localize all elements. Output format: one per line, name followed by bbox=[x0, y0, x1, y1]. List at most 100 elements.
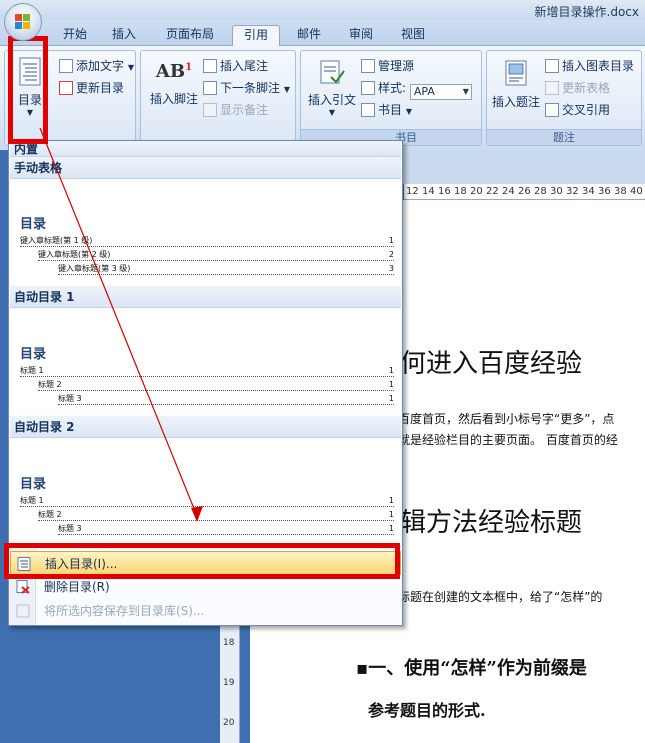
ruler-number: 18 bbox=[223, 638, 235, 648]
show-notes-icon bbox=[203, 103, 217, 117]
cross-reference-button[interactable]: 交叉引用 bbox=[545, 101, 610, 119]
bibliography-button[interactable]: 书目 ▼ bbox=[361, 101, 412, 119]
ruler-number: 16 bbox=[438, 186, 451, 197]
chevron-down-icon: ▼ bbox=[462, 87, 469, 96]
toc-preview-manual[interactable]: 目录 键入章标题(第 1 级) 1 键入章标题(第 2 级) 2 键入章标题(第 3… bbox=[10, 181, 401, 285]
toc-preview-heading: 目录 bbox=[20, 217, 47, 232]
cross-reference-icon bbox=[545, 103, 559, 117]
ruler-number: 40 bbox=[630, 186, 643, 197]
ribbon: 目录 ▼ 添加文字 ▼ 更新目录 AB1 插入脚注 插入尾注 下一条脚注 ▼ 显… bbox=[0, 46, 645, 150]
toc-preview-heading: 目录 bbox=[20, 347, 47, 362]
ruler-number: 14 bbox=[422, 186, 435, 197]
tab-insert[interactable]: 插入 bbox=[104, 25, 144, 46]
toc-preview-line: 键入章标题(第 2 级) 2 bbox=[38, 249, 394, 261]
tab-view[interactable]: 视图 bbox=[392, 25, 434, 46]
bibliography-label: 书目 bbox=[378, 103, 403, 117]
citation-style-select[interactable]: APA ▼ bbox=[409, 84, 472, 100]
citation-style-value: APA bbox=[413, 85, 435, 98]
ruler-number: 20 bbox=[223, 718, 235, 728]
toc-preview-auto-1[interactable]: 目录 标题 11 标题 21 标题 31 bbox=[10, 309, 401, 415]
toc-preview-line: 标题 21 bbox=[38, 379, 394, 391]
style-label: 样式: bbox=[378, 81, 407, 95]
manage-sources-button[interactable]: 管理源 bbox=[361, 57, 414, 75]
update-toc-icon bbox=[59, 81, 73, 95]
ruler-number: 32 bbox=[566, 186, 579, 197]
caption-group: 插入题注 插入图表目录 更新表格 交叉引用 题注 bbox=[486, 50, 642, 146]
window-title: 新增目录操作.docx bbox=[534, 5, 639, 19]
document-background bbox=[400, 150, 645, 184]
tab-references[interactable]: 引用 bbox=[232, 25, 280, 47]
next-footnote-label: 下一条脚注 bbox=[220, 81, 281, 95]
section-auto-toc-2: 自动目录 2 bbox=[10, 416, 401, 438]
document-paragraph-line: 就是经验栏目的主要页面。 百度首页的经 bbox=[398, 433, 618, 447]
ruler-number: 19 bbox=[223, 678, 235, 688]
update-table-button[interactable]: 更新表格 bbox=[545, 79, 610, 97]
ruler-number: 20 bbox=[470, 186, 483, 197]
office-button[interactable] bbox=[4, 3, 42, 41]
footnote-group: AB1 插入脚注 插入尾注 下一条脚注 ▼ 显示备注 bbox=[140, 50, 296, 146]
toc-preview-line: 标题 11 bbox=[20, 365, 394, 377]
add-text-button[interactable]: 添加文字 ▼ bbox=[59, 57, 134, 75]
ribbon-tab-bar: 开始 插入 页面布局 引用 邮件 审阅 视图 bbox=[0, 20, 645, 47]
tab-page-layout[interactable]: 页面布局 bbox=[158, 25, 222, 46]
insert-footnote-button[interactable]: AB1 插入脚注 bbox=[145, 61, 203, 121]
document-subheading-text: 一、使用“怎样”作为前缀是 bbox=[368, 658, 587, 679]
insert-caption-button[interactable]: 插入题注 bbox=[489, 59, 543, 123]
document-heading-2: 辑方法经验标题 bbox=[400, 508, 583, 538]
horizontal-ruler[interactable]: 12 14 16 18 20 22 24 26 28 30 32 34 36 3… bbox=[404, 184, 645, 200]
ruler-number: 30 bbox=[550, 186, 563, 197]
tab-mailings[interactable]: 邮件 bbox=[288, 25, 330, 46]
annotation-highlight-insert-toc bbox=[4, 543, 400, 579]
save-selection-to-gallery-menu-item[interactable]: 将所选内容保存到目录库(S)... bbox=[10, 599, 401, 623]
document-heading-1: 何进入百度经验 bbox=[400, 349, 583, 379]
chevron-down-icon: ▼ bbox=[328, 108, 336, 117]
vertical-ruler[interactable]: 18 19 20 bbox=[220, 620, 240, 743]
add-text-label: 添加文字 bbox=[76, 59, 125, 73]
caption-icon bbox=[505, 60, 527, 86]
toc-preview-line: 标题 31 bbox=[58, 523, 394, 535]
cross-reference-label: 交叉引用 bbox=[562, 103, 611, 117]
tab-home[interactable]: 开始 bbox=[56, 25, 94, 46]
ruler-number: 34 bbox=[582, 186, 595, 197]
insert-citation-button[interactable]: 插入引文 ▼ bbox=[305, 59, 359, 123]
toc-preview-line: 标题 11 bbox=[20, 495, 394, 507]
endnote-icon bbox=[203, 59, 217, 73]
save-selection-label: 将所选内容保存到目录库(S)... bbox=[44, 604, 205, 618]
insert-footnote-label: 插入脚注 bbox=[149, 92, 198, 106]
next-footnote-button[interactable]: 下一条脚注 ▼ bbox=[203, 79, 290, 97]
update-table-icon bbox=[545, 81, 559, 95]
ruler-number: 24 bbox=[502, 186, 515, 197]
insert-caption-label: 插入题注 bbox=[491, 95, 540, 109]
tab-review[interactable]: 审阅 bbox=[340, 25, 382, 46]
show-notes-button[interactable]: 显示备注 bbox=[203, 101, 268, 119]
toc-preview-line: 键入章标题(第 3 级) 3 bbox=[58, 263, 394, 275]
next-footnote-icon bbox=[203, 81, 217, 95]
insert-endnote-button[interactable]: 插入尾注 bbox=[203, 57, 268, 75]
section-auto-toc-1: 自动目录 1 bbox=[10, 286, 401, 308]
toc-preview-line: 标题 31 bbox=[58, 393, 394, 405]
ruler-number: 22 bbox=[486, 186, 499, 197]
citation-style-control: 样式: APA ▼ bbox=[361, 79, 472, 100]
table-of-figures-icon bbox=[545, 59, 559, 73]
insert-citation-label: 插入引文 bbox=[307, 93, 356, 107]
builtin-header: 内置 bbox=[10, 141, 401, 157]
add-text-icon bbox=[59, 59, 73, 73]
section-manual-table: 手动表格 bbox=[10, 157, 401, 179]
update-table-label: 更新表格 bbox=[562, 81, 611, 95]
update-toc-button[interactable]: 更新目录 bbox=[59, 79, 124, 97]
ruler-number: 36 bbox=[598, 186, 611, 197]
ruler-number: 26 bbox=[518, 186, 531, 197]
toc-preview-line: 标题 21 bbox=[38, 509, 394, 521]
ruler-number: 12 bbox=[406, 186, 419, 197]
insert-table-of-figures-button[interactable]: 插入图表目录 bbox=[545, 57, 634, 75]
document-subheading-cont: 参考题目的形式. bbox=[368, 701, 486, 720]
insert-table-of-figures-label: 插入图表目录 bbox=[562, 59, 635, 73]
manage-sources-label: 管理源 bbox=[378, 59, 415, 73]
office-logo-icon bbox=[15, 14, 31, 30]
document-paragraph-line: 百度首页，然后看到小标号字“更多”，点 bbox=[398, 412, 615, 426]
annotation-highlight-toc-button bbox=[8, 36, 48, 144]
document-subheading: ▪一、使用“怎样”作为前缀是 bbox=[356, 658, 587, 679]
citation-group: 插入引文 ▼ 管理源 样式: APA ▼ 书目 ▼ 书目 bbox=[300, 50, 482, 146]
style-icon bbox=[361, 81, 375, 95]
toc-preview-auto-2[interactable]: 目录 标题 11 标题 21 标题 31 bbox=[10, 439, 401, 543]
